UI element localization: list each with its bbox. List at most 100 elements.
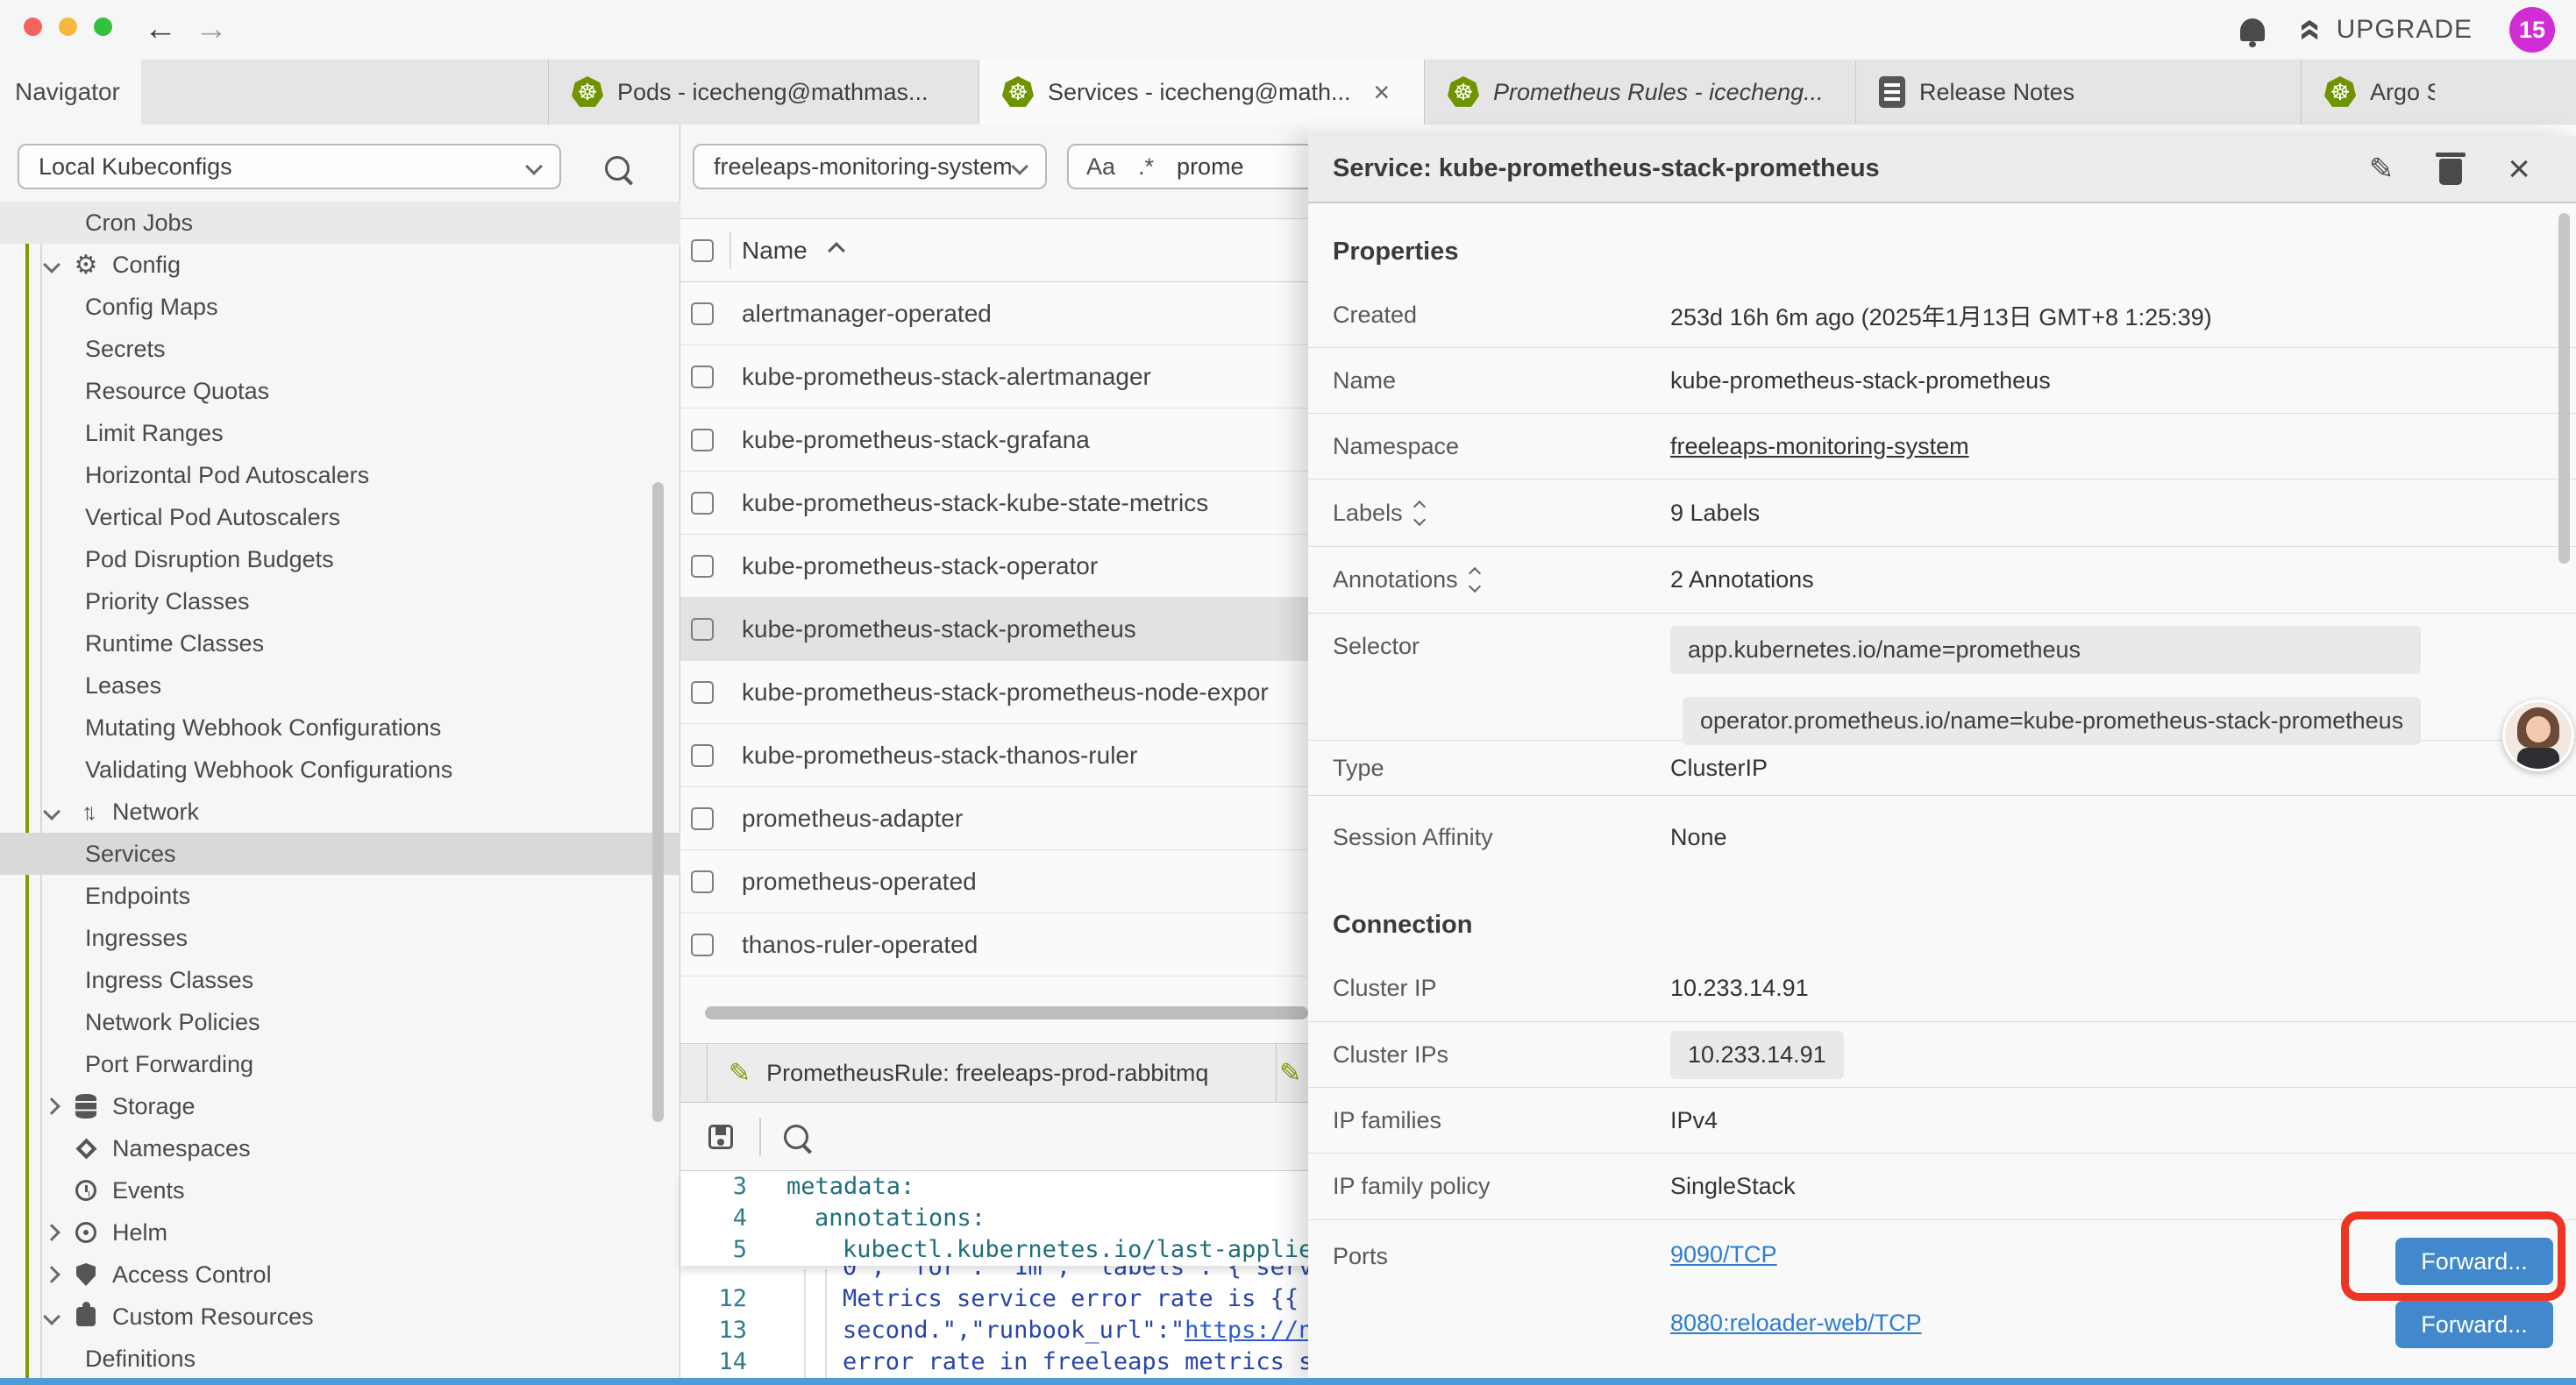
sidebar-item-cron-jobs[interactable]: Cron Jobs [0,202,680,244]
code-line: annotations: [815,1203,986,1234]
row-checkbox[interactable] [691,429,714,451]
back-arrow-icon[interactable]: ← [144,12,177,46]
upgrade-button[interactable]: « UPGRADE [2302,15,2473,45]
sidebar-item-network-policies[interactable]: Network Policies [0,1001,680,1043]
row-checkbox[interactable] [691,681,714,704]
match-case-toggle[interactable]: Aa [1086,153,1115,181]
row-checkbox[interactable] [691,744,714,767]
sidebar-item-priority-classes[interactable]: Priority Classes [0,580,680,622]
details-title: Service: kube-prometheus-stack-prometheu… [1333,154,2369,183]
close-icon[interactable]: × [2508,150,2530,188]
sidebar-item-config-maps[interactable]: Config Maps [0,286,680,328]
sidebar-item-ingresses[interactable]: Ingresses [0,917,680,959]
expand-collapse-icon[interactable] [1470,569,1479,591]
avatar[interactable] [2502,700,2574,771]
tab-services[interactable]: ☸ Services - icecheng@math... × [979,60,1425,124]
sidebar-group-access-control[interactable]: Access Control [0,1254,680,1296]
sidebar-group-network[interactable]: ↑↓Network [0,791,680,833]
sort-ascending-icon[interactable] [828,242,845,259]
editor-tab-partial[interactable]: ✎ [1279,1044,1309,1102]
tab-argo[interactable]: ☸ Argo Se [2302,60,2435,124]
traffic-light-zoom[interactable] [94,18,112,36]
sidebar-item-vertical-pod-autoscalers[interactable]: Vertical Pod Autoscalers [0,496,680,538]
row-checkbox[interactable] [691,366,714,388]
chevron-right-icon[interactable] [43,1097,60,1115]
sidebar-item-port-forwarding[interactable]: Port Forwarding [0,1043,680,1085]
service-search-input[interactable]: Aa .* prome [1067,144,1330,189]
sidebar-item-leases[interactable]: Leases [0,664,680,707]
details-scrollbar[interactable] [2558,213,2570,564]
close-tab-icon[interactable]: × [1374,76,1391,109]
sidebar-item-namespaces[interactable]: Namespaces [0,1127,680,1169]
chevron-right-icon[interactable] [43,1266,60,1283]
table-row[interactable]: kube-prometheus-stack-kube-state-metrics [680,472,1308,535]
sidebar-group-storage[interactable]: Storage [0,1085,680,1127]
expand-collapse-icon[interactable] [1415,502,1424,524]
row-checkbox[interactable] [691,618,714,641]
notifications-bell-icon[interactable] [2240,18,2265,41]
yaml-editor[interactable]: 3metadata: 4annotations: 5kubectl.kubern… [680,1171,1308,1385]
namespace-link[interactable]: freeleaps-monitoring-system [1670,433,1969,460]
sidebar-item-mutating-webhook-configurations[interactable]: Mutating Webhook Configurations [0,707,680,749]
row-checkbox[interactable] [691,492,714,515]
traffic-light-minimize[interactable] [59,18,77,36]
table-row[interactable]: kube-prometheus-stack-operator [680,535,1308,598]
port-link-9090[interactable]: 9090/TCP [1670,1241,1777,1268]
chevron-down-icon[interactable] [43,1308,60,1325]
row-checkbox[interactable] [691,934,714,956]
kubeconfig-selector[interactable]: Local Kubeconfigs [18,144,561,189]
table-row-selected[interactable]: kube-prometheus-stack-prometheus [680,598,1308,661]
table-row[interactable]: prometheus-adapter [680,787,1308,850]
edit-icon[interactable]: ✎ [2369,152,2395,187]
horizontal-scrollbar[interactable] [705,1006,1308,1019]
chevron-right-icon[interactable] [43,1224,60,1241]
tab-pods[interactable]: ☸ Pods - icecheng@mathmas... [548,60,979,124]
navigator-panel-tab[interactable]: Navigator [0,60,141,124]
sidebar-item-limit-ranges[interactable]: Limit Ranges [0,412,680,454]
sidebar-item-services[interactable]: Services [0,833,680,875]
table-row[interactable]: prometheus-operated [680,850,1308,913]
notification-count-badge[interactable]: 15 [2509,7,2555,53]
sidebar-item-events[interactable]: Events [0,1169,680,1211]
forward-button[interactable]: Forward... [2395,1301,2553,1348]
sidebar-item-runtime-classes[interactable]: Runtime Classes [0,622,680,664]
namespace-selector[interactable]: freeleaps-monitoring-system [693,144,1047,189]
table-row[interactable]: kube-prometheus-stack-prometheus-node-ex… [680,661,1308,724]
sidebar-group-helm[interactable]: Helm [0,1211,680,1254]
chevron-down-icon[interactable] [43,803,60,820]
table-row[interactable]: kube-prometheus-stack-thanos-ruler [680,724,1308,787]
sidebar-item-definitions[interactable]: Definitions [0,1338,680,1380]
sidebar-group-config[interactable]: ⚙Config [0,244,680,286]
tab-prometheus-rules[interactable]: ☸ Prometheus Rules - icecheng... [1425,60,1856,124]
row-checkbox[interactable] [691,555,714,578]
traffic-light-close[interactable] [24,18,42,36]
navigator-search-icon[interactable] [605,156,630,181]
table-row[interactable]: kube-prometheus-stack-alertmanager [680,345,1308,408]
tab-release-notes[interactable]: Release Notes [1856,60,2302,124]
table-row[interactable]: thanos-ruler-operated [680,913,1308,977]
select-all-checkbox[interactable] [691,239,714,262]
name-column-header[interactable]: Name [742,237,808,265]
sidebar-item-horizontal-pod-autoscalers[interactable]: Horizontal Pod Autoscalers [0,454,680,496]
sidebar-item-validating-webhook-configurations[interactable]: Validating Webhook Configurations [0,749,680,791]
row-checkbox[interactable] [691,302,714,325]
regex-toggle[interactable]: .* [1138,153,1154,181]
navigator-scrollbar[interactable] [652,482,664,1122]
row-checkbox[interactable] [691,807,714,830]
table-row[interactable]: alertmanager-operated [680,282,1308,345]
sidebar-item-pod-disruption-budgets[interactable]: Pod Disruption Budgets [0,538,680,580]
editor-tab-prometheusrule[interactable]: ✎ PrometheusRule: freeleaps-prod-rabbitm… [707,1044,1277,1102]
sidebar-item-secrets[interactable]: Secrets [0,328,680,370]
sidebar-item-resource-quotas[interactable]: Resource Quotas [0,370,680,412]
forward-arrow-icon[interactable]: → [195,12,228,46]
save-icon[interactable] [708,1125,733,1149]
sidebar-item-endpoints[interactable]: Endpoints [0,875,680,917]
sidebar-group-custom-resources[interactable]: Custom Resources [0,1296,680,1338]
table-row[interactable]: kube-prometheus-stack-grafana [680,408,1308,472]
chevron-down-icon[interactable] [43,256,60,273]
sidebar-item-ingress-classes[interactable]: Ingress Classes [0,959,680,1001]
row-checkbox[interactable] [691,870,714,893]
editor-search-icon[interactable] [784,1125,808,1149]
delete-icon[interactable] [2439,159,2462,185]
port-link-8080[interactable]: 8080:reloader-web/TCP [1670,1310,1922,1337]
